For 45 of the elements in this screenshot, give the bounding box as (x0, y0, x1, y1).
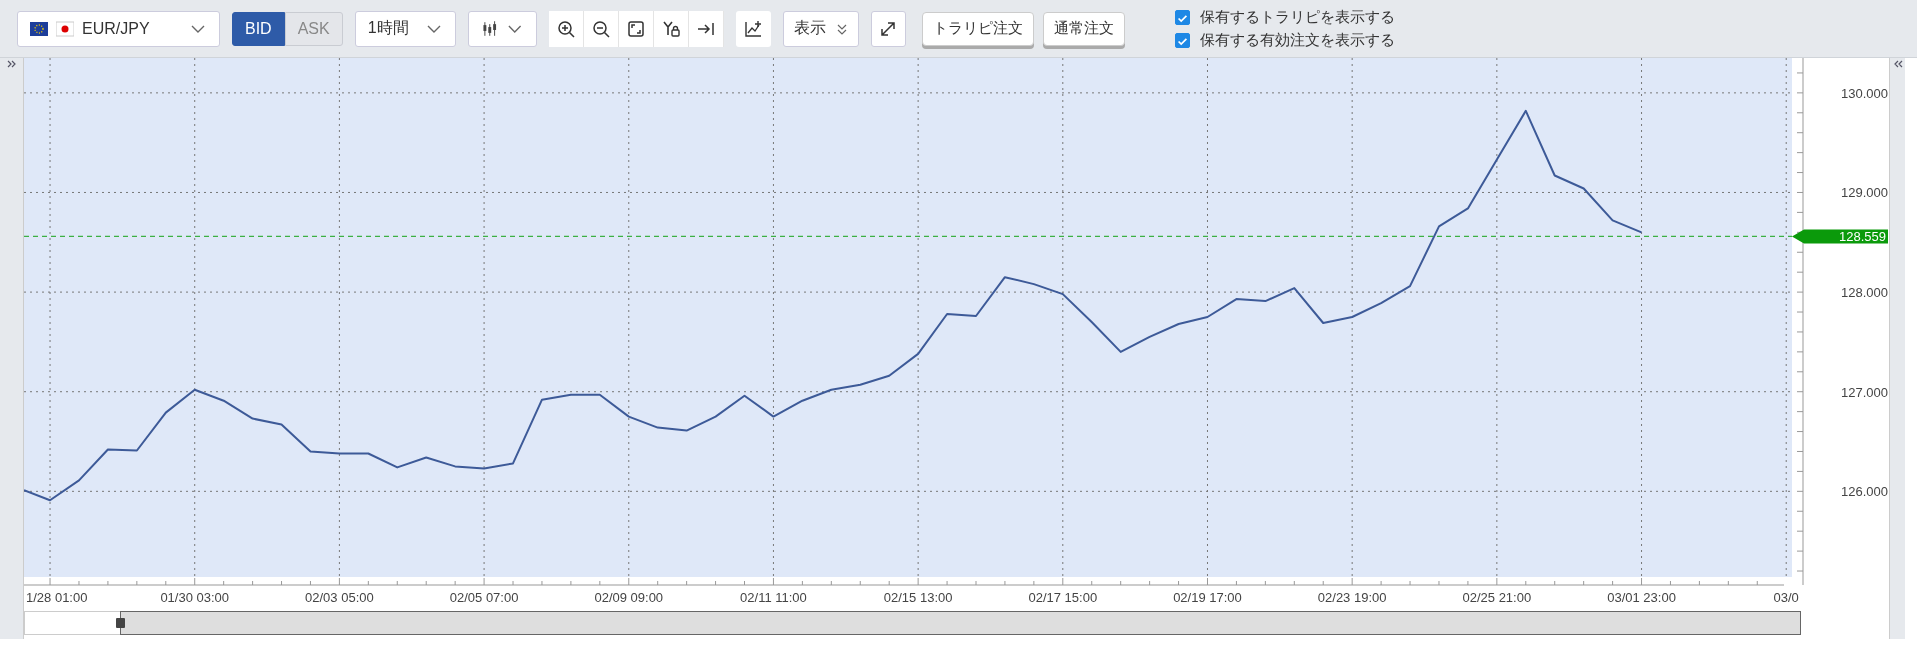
price-label: 128.000 (1841, 285, 1888, 301)
double-chevron-icon (835, 22, 848, 35)
japan-flag-icon (56, 19, 74, 38)
time-label: 02/19 17:00 (1173, 590, 1242, 605)
time-label: 02/23 19:00 (1317, 590, 1387, 605)
zoom-in-button[interactable] (548, 10, 584, 47)
price-type-tab[interactable]: BID (232, 11, 285, 46)
fullscreen-button[interactable] (870, 10, 906, 47)
timeframe-dropdown[interactable]: 1時間 (354, 10, 456, 47)
time-label: 02/03 05:00 (305, 590, 374, 605)
time-label: 02/25 21:00 (1462, 590, 1532, 605)
chart-plus-icon (744, 19, 763, 38)
checkbox[interactable] (1174, 32, 1190, 48)
time-label: 01/30 03:00 (160, 590, 230, 605)
expand-panel-icon (5, 58, 18, 70)
y-axis-lock-icon (661, 19, 680, 38)
time-label: 03/0 (1773, 590, 1799, 605)
current-price-tag: 128.559 (1792, 229, 1888, 245)
range-handle[interactable] (116, 618, 125, 628)
add-indicator-button[interactable] (735, 10, 771, 47)
display-dropdown[interactable]: 表示 (782, 10, 859, 47)
candlestick-icon (480, 19, 499, 38)
zoom-out-icon (591, 19, 610, 38)
order-button[interactable]: トラリピ注文 (921, 11, 1034, 46)
price-label: 130.000 (1841, 85, 1888, 101)
order-button[interactable]: 通常注文 (1042, 11, 1125, 46)
chart-type-dropdown[interactable] (467, 10, 537, 47)
price-label: 129.000 (1841, 185, 1888, 201)
option-label: 保有するトラリピを表示する (1199, 7, 1395, 27)
eu-flag-icon (30, 19, 48, 38)
option-label: 保有する有効注文を表示する (1199, 30, 1395, 50)
time-label: 1/28 01:00 (26, 590, 88, 605)
time-label: 02/11 11:00 (740, 590, 807, 605)
time-label: 03/01 23:00 (1607, 590, 1676, 605)
price-label: 126.000 (1841, 484, 1888, 500)
currency-pair-dropdown[interactable]: EUR/JPY (17, 10, 220, 47)
zoom-in-icon (556, 19, 575, 38)
time-label: 02/17 15:00 (1028, 590, 1098, 605)
fit-screen-icon (626, 19, 645, 38)
checkbox[interactable] (1174, 9, 1190, 25)
time-label: 02/09 09:00 (594, 590, 664, 605)
price-label: 127.000 (1841, 384, 1888, 400)
expand-icon (879, 19, 898, 38)
time-label: 02/15 13:00 (883, 590, 953, 605)
time-label: 02/05 07:00 (449, 590, 519, 605)
